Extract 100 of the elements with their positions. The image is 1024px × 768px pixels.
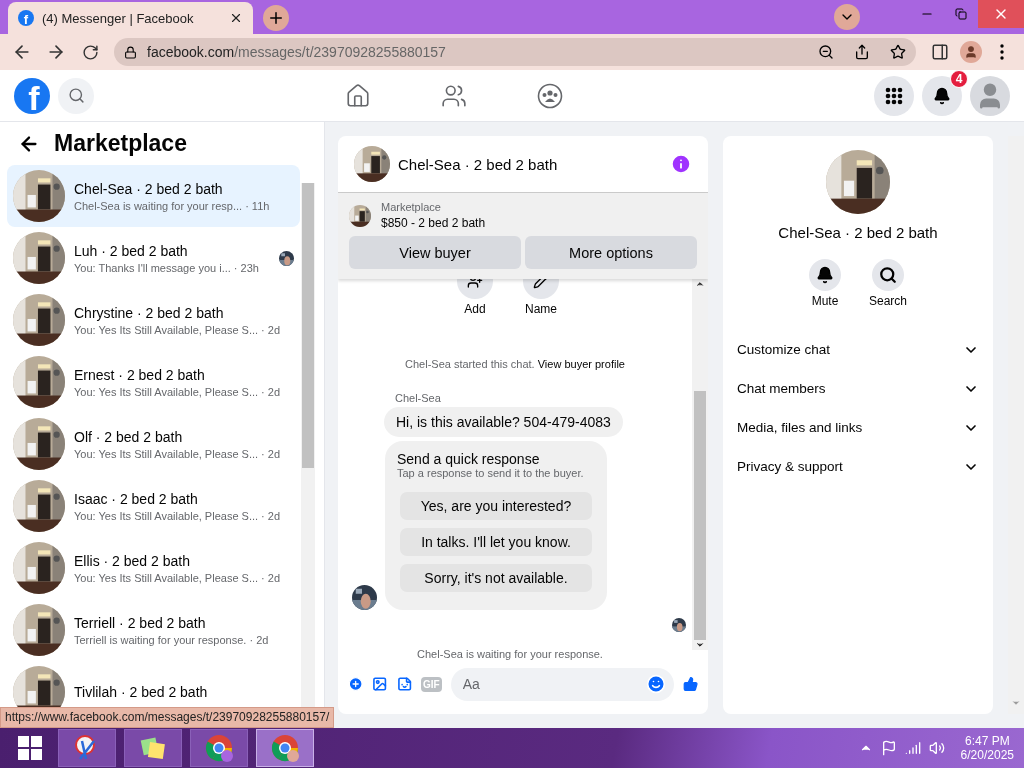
status-tooltip: https://www.facebook.com/messages/t/23970928255880157/ xyxy=(0,707,335,728)
search-icon xyxy=(879,266,897,284)
waiting-note: Chel-Sea is waiting for your response. xyxy=(416,648,604,660)
reload-icon xyxy=(81,43,99,61)
restore-icon xyxy=(955,8,967,20)
clock-date: 6/20/2025 xyxy=(960,748,1014,762)
logo[interactable]: f xyxy=(14,77,50,114)
taskbar-app[interactable] xyxy=(256,729,314,767)
grid-menu-icon xyxy=(885,86,903,105)
sticker-icon[interactable] xyxy=(396,674,412,694)
profile-button[interactable] xyxy=(960,41,982,63)
taskbar-app[interactable] xyxy=(124,729,182,767)
action-label: Mute xyxy=(811,294,839,308)
chrome-icon xyxy=(204,733,234,763)
chat-title: Chel-Sea · 2 bed 2 bath xyxy=(398,155,559,173)
tab-search-button[interactable] xyxy=(834,4,860,30)
action-label: Name xyxy=(525,302,557,316)
zoom-out-icon[interactable] xyxy=(818,44,834,60)
conversation-item[interactable]: Olf · 2 bed 2 bath You: Yes Its Still Available, Please S... · 2d xyxy=(7,413,300,475)
quick-reply-button[interactable]: Sorry, it's not available. xyxy=(400,564,592,592)
scroll-down-icon[interactable] xyxy=(695,640,705,650)
plus-icon[interactable] xyxy=(348,674,364,694)
conversation-title: Luh · 2 bed 2 bath xyxy=(74,242,189,259)
chrome-icon xyxy=(270,733,300,763)
message-preview: You: Yes Its Still Available, Please S... xyxy=(74,385,259,398)
search-button[interactable] xyxy=(58,77,94,114)
message-field[interactable]: Aa xyxy=(450,667,674,701)
notifications-button[interactable] xyxy=(922,75,962,116)
conversation-title: Tivlilah · 2 bed 2 bath xyxy=(74,684,209,700)
groups-icon[interactable] xyxy=(537,82,563,109)
conversation-item[interactable]: Luh · 2 bed 2 bath You: Thanks I'll message you i... · 23h xyxy=(7,227,300,289)
conversation-item[interactable]: Ernest · 2 bed 2 bath You: Yes Its Still Available, Please S... · 2d xyxy=(7,351,300,413)
emoji-icon[interactable] xyxy=(645,674,666,694)
message-input[interactable]: Aa xyxy=(460,675,646,693)
photo-icon[interactable] xyxy=(372,674,388,694)
conversation-title: Chrystine · 2 bed 2 bath xyxy=(74,304,225,321)
plus-icon xyxy=(267,9,285,27)
section-header[interactable]: Privacy & support xyxy=(737,447,979,486)
clock-time: 6:47 PM xyxy=(964,734,1010,748)
volume-icon[interactable] xyxy=(928,740,945,756)
account-button[interactable] xyxy=(970,75,1010,116)
scrollbar[interactable] xyxy=(1008,136,1024,714)
quick-reply-button[interactable]: In talks. I'll let you know. xyxy=(400,528,592,556)
quick-reply-button[interactable]: Yes, are you interested? xyxy=(400,492,592,520)
bell-icon xyxy=(933,86,951,105)
conversation-item[interactable]: Ellis · 2 bed 2 bath You: Yes Its Still Available, Please S... · 2d xyxy=(7,537,300,599)
message-time: · 11h xyxy=(245,199,270,212)
conversation-item[interactable]: Chrystine · 2 bed 2 bath You: Yes Its Still Available, Please S... · 2d xyxy=(7,289,300,351)
signal-icon[interactable] xyxy=(904,740,921,756)
conversation-item[interactable]: Chel-Sea · 2 bed 2 bath Chel-Sea is waiting for your resp... · 11h xyxy=(7,165,300,227)
taskbar-app[interactable] xyxy=(190,729,248,767)
like-icon[interactable] xyxy=(682,674,698,694)
message-time: · 2d xyxy=(261,571,281,584)
conversation-title: Terriell · 2 bed 2 bath xyxy=(74,614,207,631)
person-icon xyxy=(964,45,978,59)
address-bar[interactable]: facebook.com/messages/t/23970928255880157 xyxy=(114,38,916,66)
conversation-title: Ellis · 2 bed 2 bath xyxy=(74,552,191,569)
chat-started-note: Chel-Sea started this chat. View buyer profile xyxy=(404,358,626,370)
message-time: · 2d xyxy=(249,633,269,646)
menu-button[interactable] xyxy=(874,75,914,116)
friends-icon[interactable] xyxy=(441,82,467,109)
bookmark-star-icon[interactable] xyxy=(890,44,906,60)
message-time: · 23h xyxy=(233,261,259,274)
sender-name: Chel-Sea xyxy=(395,392,442,404)
action-button[interactable]: View buyer xyxy=(349,236,521,269)
taskbar-app[interactable] xyxy=(58,729,116,767)
search-icon xyxy=(67,87,85,104)
message-preview: Terriell is waiting for your response. xyxy=(74,633,247,646)
message-preview: You: Yes Its Still Available, Please S... xyxy=(74,509,259,522)
message-preview: You: Yes Its Still Available, Please S... xyxy=(74,323,259,336)
message-preview: Chel-Sea is waiting for your resp... xyxy=(74,199,243,212)
message-preview: You: Thanks I'll message you i... xyxy=(74,261,231,274)
panel-title: Marketplace xyxy=(54,130,187,157)
conversation-title: Chel-Sea · 2 bed 2 bath xyxy=(74,180,224,197)
quick-response-title: Send a quick response xyxy=(397,451,541,467)
section-header[interactable]: Customize chat xyxy=(737,330,979,369)
info-action-button[interactable] xyxy=(872,259,904,291)
message-preview: You: Yes Its Still Available, Please S... xyxy=(74,447,259,460)
conversation-item[interactable]: Isaac · 2 bed 2 bath You: Yes Its Still Available, Please S... · 2d xyxy=(7,475,300,537)
scrollbar[interactable] xyxy=(692,279,708,650)
section-header[interactable]: Chat members xyxy=(737,369,979,408)
conversation-item[interactable]: Terriell · 2 bed 2 bath Terriell is waiting for your response. · 2d xyxy=(7,599,300,661)
action-label: Search xyxy=(869,294,907,308)
tab-title: (4) Messenger | Facebook xyxy=(42,10,195,26)
info-icon[interactable] xyxy=(670,153,692,175)
flag-icon[interactable] xyxy=(880,740,897,756)
browser-tab[interactable]: f (4) Messenger | Facebook xyxy=(8,2,253,34)
message-bubble: Hi, is this available? 504-479-4083 xyxy=(384,407,623,437)
contact-name: Chel-Sea · 2 bed 2 bath xyxy=(778,224,938,241)
action-button[interactable]: More options xyxy=(525,236,697,269)
conversation-title: Olf · 2 bed 2 bath xyxy=(74,428,184,445)
buyer-profile-link[interactable]: View buyer profile xyxy=(537,358,625,370)
share-icon[interactable] xyxy=(854,44,870,60)
new-tab-button[interactable] xyxy=(263,5,289,31)
home-icon[interactable] xyxy=(345,82,371,109)
section-header[interactable]: Media, files and links xyxy=(737,408,979,447)
info-action-button[interactable] xyxy=(809,259,841,291)
bell-icon xyxy=(816,266,834,284)
scroll-up-icon[interactable] xyxy=(695,279,705,289)
close-icon[interactable] xyxy=(229,11,243,25)
